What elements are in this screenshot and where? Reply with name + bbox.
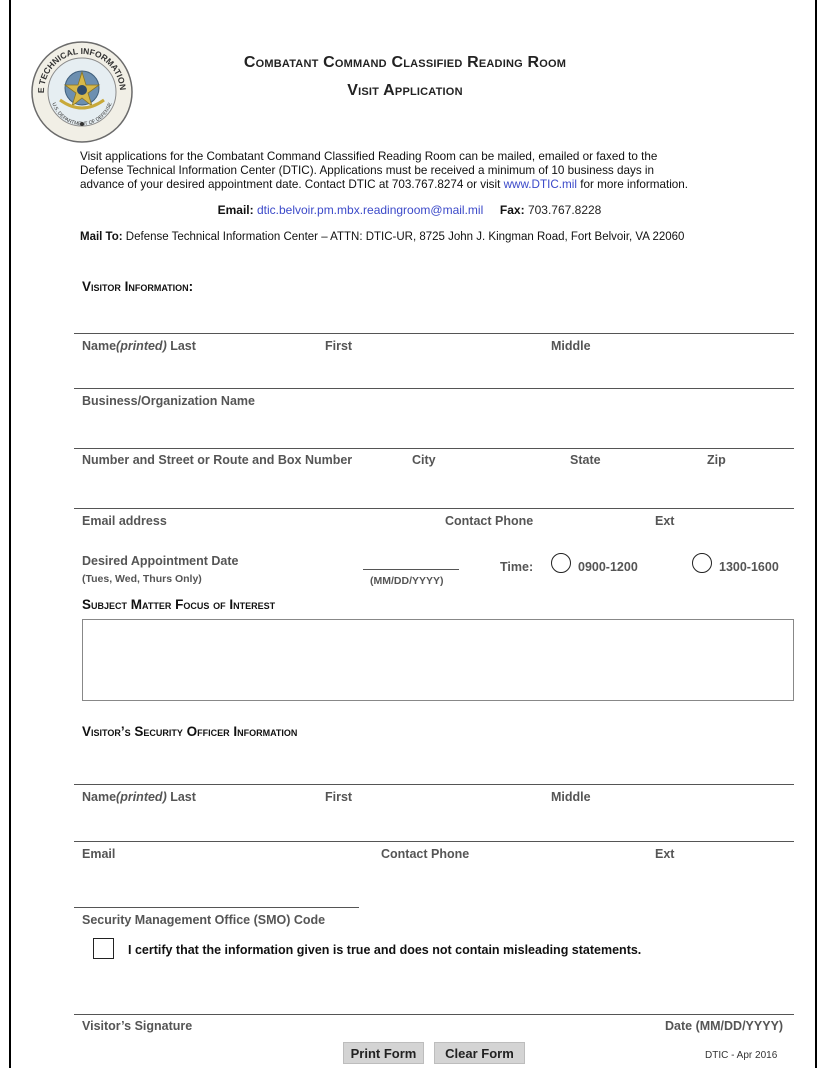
time-label: Time: (500, 560, 534, 574)
email-phone-field[interactable] (74, 508, 794, 509)
certify-checkbox[interactable] (93, 938, 114, 959)
signature-label: Visitor’s Signature (82, 1019, 193, 1033)
email-label: Email: (217, 203, 254, 217)
intro-line-3: advance of your desired appointment date… (80, 178, 815, 192)
security-name-label-text: Name (82, 790, 117, 804)
security-email-label: Email (82, 847, 116, 861)
security-email-phone-field[interactable] (74, 841, 794, 842)
appointment-date-field[interactable] (363, 569, 459, 570)
email-address-label: Email address (82, 514, 167, 528)
security-last-label: Last (166, 790, 196, 804)
security-name-label-italic: (printed) (116, 790, 167, 804)
security-officer-heading: Visitor’s Security Officer Information (82, 724, 298, 739)
fax-label: Fax: (499, 203, 525, 217)
time-0900-1200-radio[interactable] (551, 553, 571, 573)
security-first-label: First (325, 790, 353, 804)
certify-statement: I certify that the information given is … (128, 943, 642, 957)
subject-textarea[interactable] (82, 619, 794, 701)
city-label: City (412, 453, 436, 467)
print-form-button[interactable]: Print Form (343, 1042, 424, 1064)
mail-to-row: Mail To: Defense Technical Information C… (80, 231, 684, 243)
security-phone-label: Contact Phone (381, 847, 470, 861)
dtic-website-link[interactable]: www.DTIC.mil (504, 178, 577, 191)
security-name-field[interactable] (74, 784, 794, 785)
visitor-info-heading: Visitor Information: (82, 279, 194, 294)
form-title: Combatant Command Classified Reading Roo… (243, 54, 567, 71)
appointment-date-label: Desired Appointment Date (82, 554, 239, 568)
intro-paragraph: Visit applications for the Combatant Com… (80, 150, 815, 192)
subject-heading: Subject Matter Focus of Interest (82, 597, 276, 612)
dtic-seal-logo: DEFENSE TECHNICAL INFORMATION CENTER U.S… (30, 40, 133, 143)
signature-date-label: Date (MM/DD/YYYY) (665, 1019, 784, 1033)
smo-code-field[interactable] (74, 907, 359, 908)
address-field[interactable] (74, 448, 794, 449)
form-subtitle: Visit Application (347, 82, 463, 99)
email-fax-row: Email: dtic.belvoir.pm.mbx.readingroom@m… (0, 203, 819, 217)
smo-code-label: Security Management Office (SMO) Code (82, 913, 326, 927)
organization-label: Business/Organization Name (82, 394, 255, 408)
visitor-name-label: Name(printed) Last (82, 339, 196, 353)
visitor-name-label-text: Name (82, 339, 117, 353)
street-label: Number and Street or Route and Box Numbe… (82, 453, 353, 467)
signature-field[interactable] (74, 1014, 794, 1015)
fax-value: 703.767.8228 (527, 203, 602, 217)
email-link[interactable]: dtic.belvoir.pm.mbx.readingroom@mail.mil (257, 203, 483, 217)
security-middle-label: Middle (551, 790, 591, 804)
organization-field[interactable] (74, 388, 794, 389)
visitor-middle-label: Middle (551, 339, 591, 353)
appointment-days-note: (Tues, Wed, Thurs Only) (82, 573, 202, 585)
ext-label: Ext (655, 514, 675, 528)
contact-phone-label: Contact Phone (445, 514, 534, 528)
visitor-name-label-italic: (printed) (116, 339, 167, 353)
zip-label: Zip (707, 453, 726, 467)
security-name-label: Name(printed) Last (82, 790, 196, 804)
form-version-note: DTIC - Apr 2016 (705, 1050, 778, 1061)
form-page: DEFENSE TECHNICAL INFORMATION CENTER U.S… (0, 0, 819, 1068)
state-label: State (570, 453, 601, 467)
page-border-right (815, 0, 817, 1068)
appointment-date-format: (MM/DD/YYYY) (370, 575, 444, 587)
intro-line-1: Visit applications for the Combatant Com… (80, 150, 658, 163)
visitor-name-field[interactable] (74, 333, 794, 334)
mail-to-label: Mail To: (80, 231, 123, 243)
time-option-2-label: 1300-1600 (719, 560, 779, 574)
visitor-first-label: First (325, 339, 353, 353)
intro-line-3-end: for more information. (576, 178, 689, 191)
intro-line-2: Defense Technical Information Center (DT… (80, 164, 655, 177)
time-option-1-label: 0900-1200 (578, 560, 638, 574)
visitor-last-label: Last (166, 339, 196, 353)
intro-line-3-text: advance of your desired appointment date… (80, 178, 504, 191)
clear-form-button[interactable]: Clear Form (434, 1042, 525, 1064)
time-1300-1600-radio[interactable] (692, 553, 712, 573)
page-border-left (9, 0, 11, 1068)
security-ext-label: Ext (655, 847, 675, 861)
mail-to-address: Defense Technical Information Center – A… (125, 231, 685, 243)
